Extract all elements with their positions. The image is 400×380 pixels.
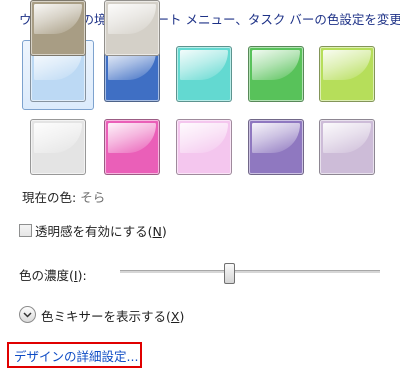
swatch-gloss [323, 123, 371, 153]
color-swatch-lime[interactable] [319, 46, 375, 102]
transparency-label-text: 透明感を有効にする( [35, 224, 153, 239]
mixer-label-text: 色ミキサーを表示する( [41, 309, 171, 324]
color-swatch-sea[interactable] [176, 46, 232, 102]
intensity-label-text: 色の濃度( [19, 268, 74, 283]
swatch-gloss [252, 50, 300, 80]
transparency-checkbox[interactable] [19, 224, 32, 237]
swatch-gloss [34, 4, 82, 34]
swatch-gloss [252, 123, 300, 153]
intensity-label: 色の濃度(I): [19, 265, 87, 284]
transparency-accel-key: N [152, 224, 162, 239]
color-swatch-fuchsia[interactable] [104, 119, 160, 175]
swatch-gloss [108, 123, 156, 153]
intensity-label-suffix: ): [77, 268, 87, 283]
swatch-gloss [34, 123, 82, 153]
transparency-label-suffix: ) [161, 224, 167, 239]
swatch-gloss [108, 4, 156, 34]
color-swatch-unnamed-12[interactable] [104, 0, 160, 56]
current-color-value: そら [80, 190, 106, 205]
current-color-row: 現在の色: そら [22, 187, 105, 206]
swatch-gloss [180, 50, 228, 80]
color-swatch-violet[interactable] [248, 119, 304, 175]
intensity-slider-track[interactable] [120, 270, 380, 273]
transparency-label[interactable]: 透明感を有効にする(N) [35, 221, 167, 240]
color-swatch-grid [0, 0, 400, 190]
advanced-appearance-link[interactable]: デザインの詳細設定... [14, 346, 138, 365]
show-color-mixer-toggle[interactable]: 色ミキサーを表示する(X) [41, 306, 184, 325]
swatch-gloss [180, 123, 228, 153]
current-color-label: 現在の色: [22, 190, 77, 205]
swatch-gloss [323, 50, 371, 80]
mixer-label-suffix: ) [179, 309, 185, 324]
color-swatch-blush[interactable] [176, 119, 232, 175]
color-swatch-lavender[interactable] [319, 119, 375, 175]
color-swatch-unnamed-6[interactable] [30, 119, 86, 175]
color-swatch-leaf[interactable] [248, 46, 304, 102]
color-swatch-taupe[interactable] [30, 0, 86, 56]
expand-chevron-icon[interactable] [19, 306, 36, 323]
intensity-slider-thumb[interactable] [224, 263, 236, 284]
